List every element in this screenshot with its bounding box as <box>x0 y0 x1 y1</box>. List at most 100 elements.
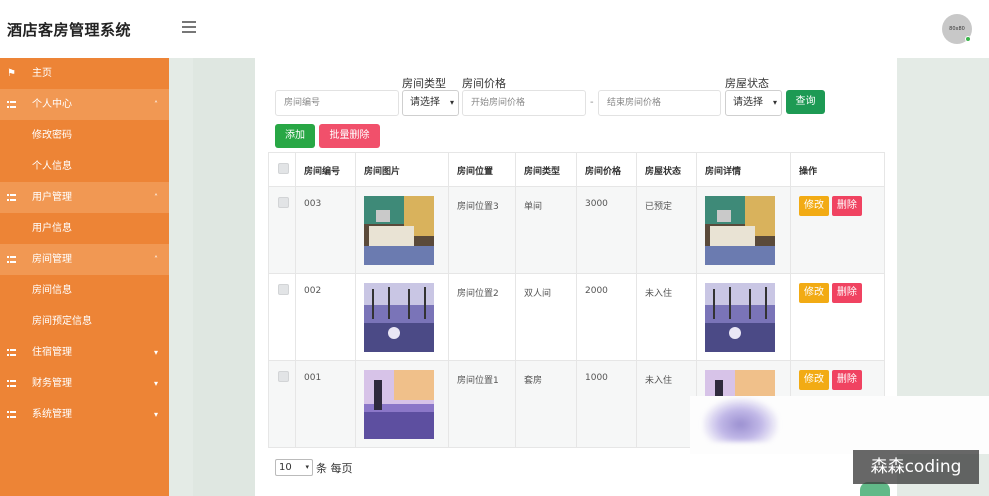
row-select-cell <box>268 186 296 274</box>
batch-delete-button[interactable]: 批量删除 <box>319 124 380 148</box>
top-header: 酒店客房管理系统 80x80 <box>0 0 989 58</box>
delete-button[interactable]: 删除 <box>831 370 862 390</box>
watermark: 森森coding <box>853 450 979 484</box>
grid-icon <box>7 182 16 214</box>
room-photo-image[interactable] <box>364 283 434 352</box>
table-header-row: 房间编号 房间图片 房间位置 房间类型 房间价格 房屋状态 房间详情 操作 <box>268 152 885 187</box>
sidebar-item-label: 个人中心 <box>32 99 72 110</box>
menu-toggle-icon[interactable] <box>182 21 196 36</box>
grid-icon <box>7 244 16 276</box>
grid-icon <box>7 368 16 400</box>
location-cell: 房间位置1 <box>448 360 516 448</box>
price-label: 房间价格 <box>462 77 506 90</box>
sidebar-item-personal-info[interactable]: 个人信息 <box>0 151 169 182</box>
col-status: 房屋状态 <box>636 152 697 187</box>
sidebar-item-room-info[interactable]: 房间信息 <box>0 275 169 306</box>
col-location: 房间位置 <box>448 152 516 187</box>
avatar[interactable]: 80x80 <box>942 14 972 44</box>
edit-button[interactable]: 修改 <box>799 283 829 303</box>
room-detail-image[interactable] <box>705 196 775 265</box>
chevron-up-icon: ˄ <box>154 193 158 202</box>
type-cell: 套房 <box>515 360 577 448</box>
price-min-input[interactable]: 开始房间价格 <box>462 90 586 116</box>
edit-button[interactable]: 修改 <box>799 370 829 390</box>
sidebar-item-label: 用户信息 <box>32 223 72 234</box>
query-button[interactable]: 查询 <box>786 90 825 114</box>
actions-cell: 修改 删除 <box>790 186 885 274</box>
room-no-cell: 001 <box>295 360 356 448</box>
price-cell: 2000 <box>576 273 637 361</box>
room-type-select[interactable]: 请选择 ▾ <box>402 90 459 116</box>
sidebar-item-room-management[interactable]: 房间管理 ˄ <box>0 244 169 275</box>
per-page-label: 条 每页 <box>316 462 353 475</box>
room-no-cell: 003 <box>295 186 356 274</box>
chevron-down-icon: ▾ <box>305 463 309 471</box>
detail-image-cell <box>696 186 791 274</box>
room-photo-image[interactable] <box>364 370 434 439</box>
status-select[interactable]: 请选择 ▾ <box>725 90 782 116</box>
app-title: 酒店客房管理系统 <box>7 21 132 39</box>
sidebar-item-lodging-management[interactable]: 住宿管理 ▾ <box>0 337 169 368</box>
sidebar-item-change-password[interactable]: 修改密码 <box>0 120 169 151</box>
sidebar: ⚑ 主页 个人中心 ˄ 修改密码 个人信息 用户管理 ˄ 用户信息 房间管理 ˄… <box>0 58 169 496</box>
col-room-image: 房间图片 <box>355 152 449 187</box>
sidebar-item-label: 房间信息 <box>32 285 72 296</box>
col-actions: 操作 <box>790 152 885 187</box>
status-cell: 未入住 <box>636 360 697 448</box>
row-select-cell <box>268 360 296 448</box>
sidebar-item-label: 主页 <box>32 68 52 79</box>
room-detail-image[interactable] <box>705 283 775 352</box>
room-image-cell <box>355 186 449 274</box>
detail-image-cell <box>696 273 791 361</box>
chevron-down-icon: ▾ <box>154 379 159 388</box>
price-separator: - <box>590 97 594 108</box>
edit-button[interactable]: 修改 <box>799 196 829 216</box>
col-room-no: 房间编号 <box>295 152 356 187</box>
room-type-select-value: 请选择 <box>410 97 440 108</box>
grid-icon <box>7 399 16 431</box>
avatar-text: 80x80 <box>949 26 965 32</box>
delete-button[interactable]: 删除 <box>831 196 862 216</box>
col-detail: 房间详情 <box>696 152 791 187</box>
sidebar-item-finance-management[interactable]: 财务管理 ▾ <box>0 368 169 399</box>
sidebar-item-room-booking[interactable]: 房间预定信息 <box>0 306 169 337</box>
price-cell: 3000 <box>576 186 637 274</box>
status-cell: 已预定 <box>636 186 697 274</box>
room-type-label: 房间类型 <box>402 77 446 90</box>
row-select-cell <box>268 273 296 361</box>
page-size-select[interactable]: 10 ▾ <box>275 459 313 476</box>
room-photo-image[interactable] <box>364 196 434 265</box>
sidebar-item-label: 个人信息 <box>32 161 72 172</box>
table-row: 002 房间位置2 双人间 2000 未入住 修改 删除 <box>268 273 885 361</box>
room-no-cell: 002 <box>295 273 356 361</box>
row-checkbox[interactable] <box>278 284 289 295</box>
chevron-up-icon: ˄ <box>154 100 158 109</box>
grid-icon <box>7 89 16 121</box>
flag-icon: ⚑ <box>7 68 16 79</box>
location-cell: 房间位置3 <box>448 186 516 274</box>
delete-button[interactable]: 删除 <box>831 283 862 303</box>
price-cell: 1000 <box>576 360 637 448</box>
content-gutter-left <box>169 58 255 496</box>
blurred-image-overlay <box>703 398 778 442</box>
online-status-dot <box>965 36 971 42</box>
select-all-checkbox[interactable] <box>278 163 289 174</box>
sidebar-item-personal-center[interactable]: 个人中心 ˄ <box>0 89 169 120</box>
row-checkbox[interactable] <box>278 371 289 382</box>
col-type: 房间类型 <box>515 152 577 187</box>
sidebar-item-user-management[interactable]: 用户管理 ˄ <box>0 182 169 213</box>
sidebar-item-home[interactable]: ⚑ 主页 <box>0 58 169 89</box>
type-cell: 单间 <box>515 186 577 274</box>
chevron-down-icon: ▾ <box>154 348 159 357</box>
room-no-input[interactable]: 房间编号 <box>275 90 399 116</box>
row-checkbox[interactable] <box>278 197 289 208</box>
sidebar-item-label: 系统管理 <box>32 409 72 420</box>
sidebar-item-user-info[interactable]: 用户信息 <box>0 213 169 244</box>
price-max-input[interactable]: 结束房间价格 <box>598 90 721 116</box>
add-button[interactable]: 添加 <box>275 124 315 148</box>
status-cell: 未入住 <box>636 273 697 361</box>
table-row: 003 房间位置3 单间 3000 已预定 修改 删除 <box>268 186 885 274</box>
sidebar-item-system-management[interactable]: 系统管理 ▾ <box>0 399 169 430</box>
sidebar-item-label: 房间预定信息 <box>32 316 92 327</box>
sidebar-item-label: 用户管理 <box>32 192 72 203</box>
